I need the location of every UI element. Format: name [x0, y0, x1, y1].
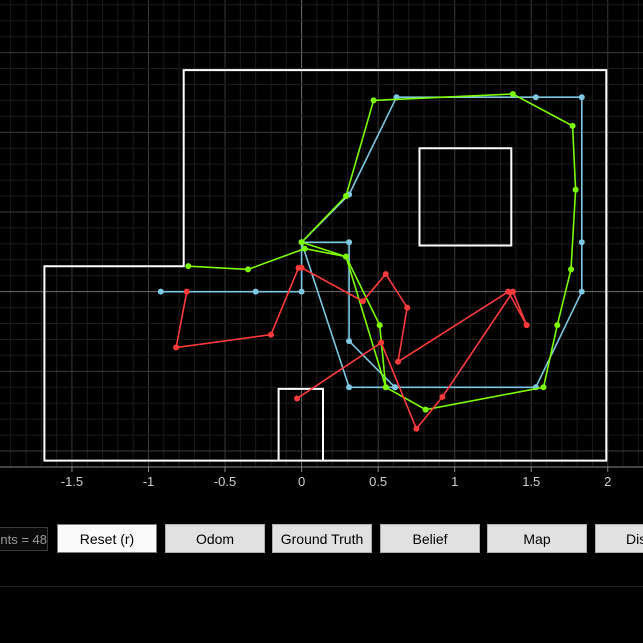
ground-truth-point	[346, 239, 353, 246]
odom-point	[509, 91, 516, 98]
ground-truth-point	[578, 288, 585, 295]
belief-point	[509, 288, 516, 295]
odom-point	[568, 266, 575, 273]
dist-button[interactable]: Dist	[595, 524, 643, 553]
ground-truth-point	[252, 288, 259, 295]
ground-truth-point	[391, 384, 398, 391]
odom-point	[301, 245, 308, 252]
x-tick-label: -1.5	[61, 474, 83, 489]
x-tick-label: 1.5	[522, 474, 540, 489]
belief-button[interactable]: Belief	[380, 524, 480, 553]
odom-point	[185, 263, 192, 270]
ground-truth-point	[578, 239, 585, 246]
toolbar: Points = 48 Reset (r) Odom Ground Truth …	[0, 520, 643, 560]
odom-point	[382, 384, 389, 391]
odom-point	[554, 322, 561, 329]
belief-point	[359, 298, 366, 305]
belief-point	[173, 344, 180, 351]
x-tick-label: 0	[298, 474, 305, 489]
plot-canvas[interactable]: -1.5 -1 -0.5 0 0.5 1 1.5 2	[0, 0, 643, 510]
belief-point	[183, 288, 190, 295]
belief-point	[294, 395, 301, 402]
odom-point	[298, 239, 305, 246]
x-tick-label: 1	[451, 474, 458, 489]
belief-point	[523, 322, 530, 329]
belief-point	[378, 339, 385, 346]
odom-point	[376, 322, 383, 329]
ground-truth-button[interactable]: Ground Truth	[272, 524, 372, 553]
belief-point	[298, 264, 305, 271]
odom-point	[245, 266, 252, 273]
belief-point	[404, 304, 411, 311]
odom-button[interactable]: Odom	[165, 524, 265, 553]
x-tick-label: 2	[604, 474, 611, 489]
odom-point	[540, 384, 547, 391]
ground-truth-point	[532, 94, 539, 101]
x-tick-label: -0.5	[214, 474, 236, 489]
ground-truth-point	[298, 288, 305, 295]
bottom-divider	[0, 586, 643, 587]
ground-truth-point	[346, 338, 353, 345]
points-count-label: Points = 48	[0, 527, 48, 551]
x-tick-label: 0.5	[369, 474, 387, 489]
odom-point	[569, 122, 576, 129]
map-button[interactable]: Map	[487, 524, 587, 553]
odom-point	[342, 253, 349, 260]
belief-point	[382, 271, 389, 278]
odom-point	[370, 97, 377, 104]
belief-point	[267, 331, 274, 338]
odom-point	[422, 406, 429, 413]
odom-point	[342, 193, 349, 200]
ground-truth-point	[578, 94, 585, 101]
odom-point	[572, 186, 579, 193]
x-tick-label: -1	[143, 474, 155, 489]
ground-truth-point	[157, 288, 164, 295]
belief-point	[395, 358, 402, 365]
reset-button[interactable]: Reset (r)	[57, 524, 157, 553]
belief-point	[413, 425, 420, 432]
ground-truth-point	[346, 384, 353, 391]
belief-point	[439, 393, 446, 400]
